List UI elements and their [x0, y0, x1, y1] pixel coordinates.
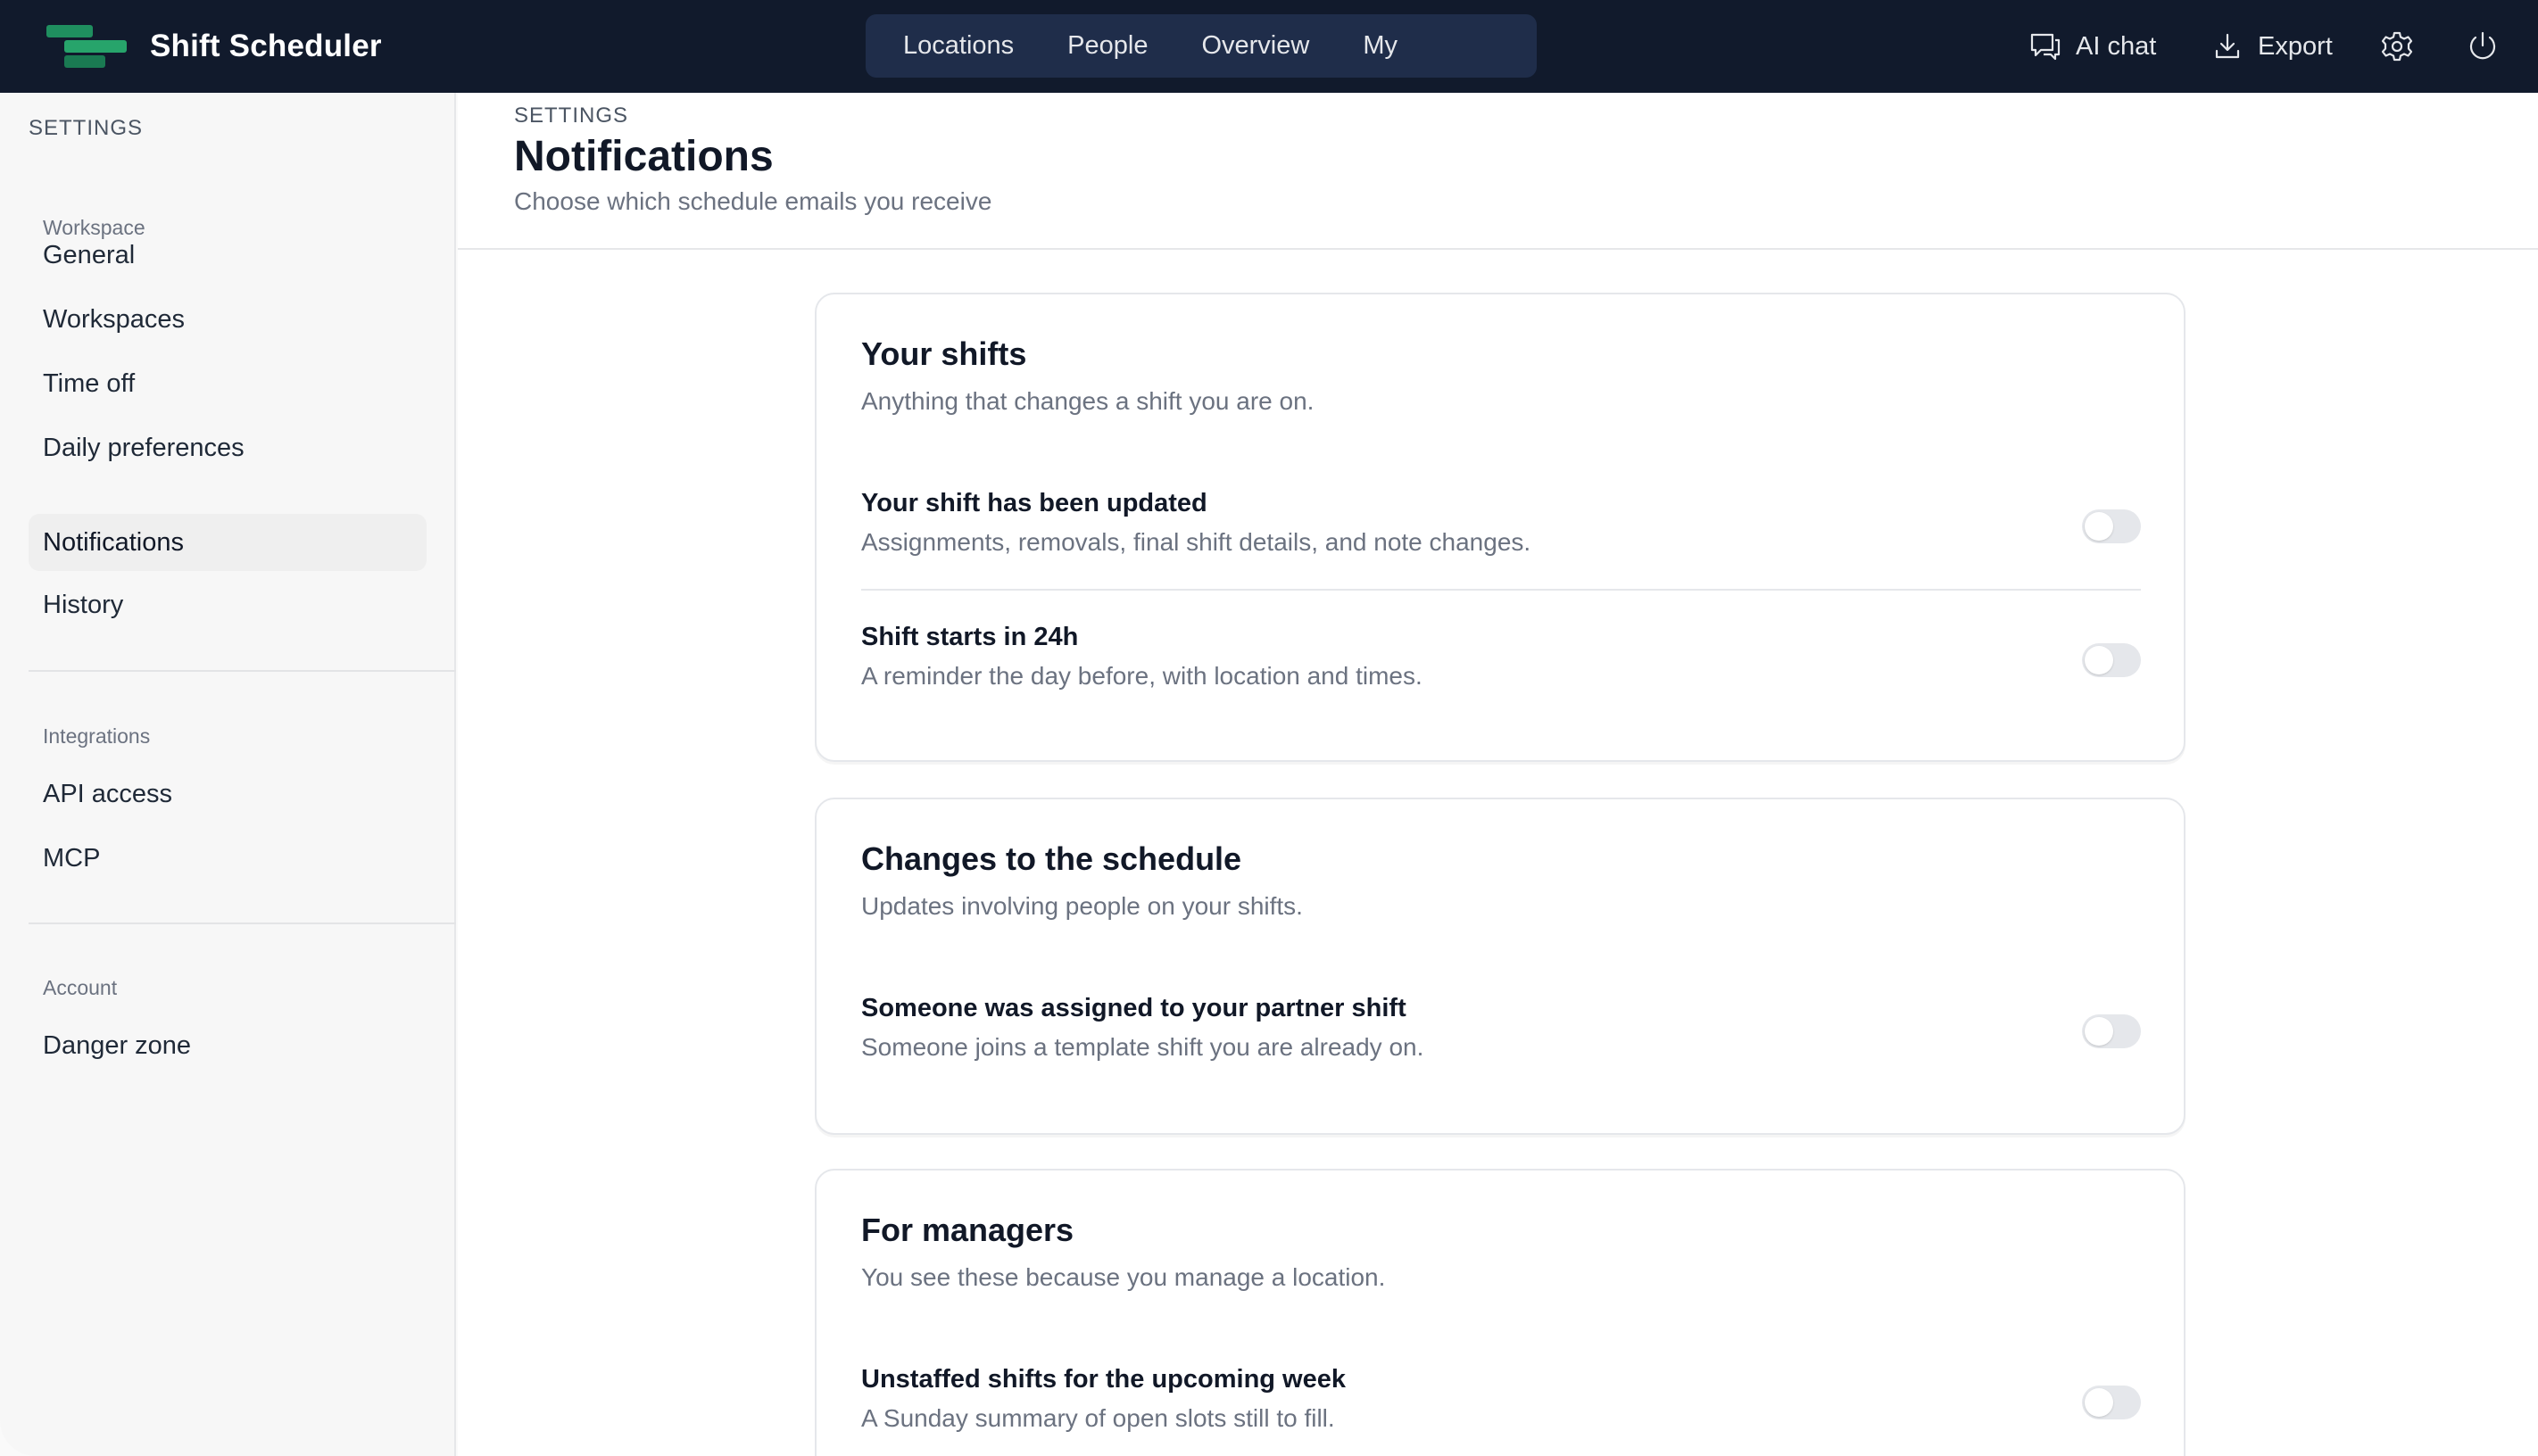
card-subtitle: Updates involving people on your shifts.	[861, 892, 1303, 920]
export-label: Export	[2258, 31, 2333, 61]
card-your-shifts: Your shifts Anything that changes a shif…	[815, 293, 2186, 762]
sidebar-item-history[interactable]: History	[29, 576, 427, 633]
chat-icon	[2028, 29, 2063, 64]
logout-button[interactable]	[2465, 25, 2501, 68]
sidebar-item-time-off[interactable]: Time off	[29, 355, 427, 412]
top-bar: Shift Scheduler Locations People Overvie…	[0, 0, 2538, 123]
nav-locations[interactable]: Locations	[876, 14, 1041, 78]
nav-my-schedule[interactable]: My schedule	[1336, 14, 1526, 123]
notification-toggle[interactable]	[2082, 1386, 2141, 1419]
app-window: Shift Scheduler Locations People Overvie…	[0, 0, 2538, 1456]
sidebar-item-api-access[interactable]: API access	[29, 765, 427, 823]
app-name: Shift Scheduler	[150, 29, 382, 63]
gear-icon	[2379, 29, 2415, 64]
ai-chat-button[interactable]: AI chat	[2028, 25, 2156, 68]
sidebar-item-notifications[interactable]: Notifications	[29, 514, 427, 571]
notification-desc: A Sunday summary of open slots still to …	[861, 1404, 1335, 1432]
power-icon	[2465, 29, 2501, 64]
sidebar-title: SETTINGS	[29, 116, 144, 140]
nav-overview[interactable]: Overview	[1174, 14, 1336, 78]
sidebar-item-mcp[interactable]: MCP	[29, 830, 427, 887]
card-title: Your shifts	[861, 335, 1027, 372]
card-title: For managers	[861, 1212, 1074, 1248]
sidebar-section-account: Account	[43, 976, 118, 999]
page-header: SETTINGS Notifications Choose which sche…	[458, 93, 2538, 250]
notification-title: Your shift has been updated	[861, 489, 1207, 517]
settings-sidebar: SETTINGS Workspace General Workspaces Ti…	[0, 93, 456, 1456]
content-body: Your shifts Anything that changes a shif…	[458, 250, 2538, 1456]
card-title: Changes to the schedule	[861, 840, 1242, 877]
notification-row: Your shift has been updated Assignments,…	[861, 489, 2141, 560]
notification-title: Shift starts in 24h	[861, 623, 1079, 651]
sidebar-section-integrations: Integrations	[43, 724, 151, 748]
settings-button[interactable]	[2379, 25, 2415, 68]
main-nav: Locations People Overview My schedule	[866, 14, 1537, 123]
notification-toggle[interactable]	[2082, 1014, 2141, 1048]
breadcrumb: SETTINGS	[514, 103, 629, 128]
notification-title: Someone was assigned to your partner shi…	[861, 994, 1406, 1022]
page-title: Notifications	[514, 133, 774, 180]
sidebar-item-workspaces[interactable]: Workspaces	[29, 291, 427, 348]
notification-toggle[interactable]	[2082, 643, 2141, 677]
card-for-managers: For managers You see these because you m…	[815, 1169, 2186, 1456]
card-subtitle: Anything that changes a shift you are on…	[861, 387, 1315, 415]
nav-people[interactable]: People	[1041, 14, 1174, 78]
logo-icon	[45, 22, 129, 70]
export-button[interactable]: Export	[2210, 25, 2333, 68]
notification-desc: Assignments, removals, final shift detai…	[861, 528, 1531, 556]
notification-row: Unstaffed shifts for the upcoming week A…	[861, 1365, 2141, 1436]
sidebar-divider	[29, 922, 456, 924]
notification-desc: A reminder the day before, with location…	[861, 662, 1422, 690]
card-changes-to-schedule: Changes to the schedule Updates involvin…	[815, 798, 2186, 1135]
notification-toggle[interactable]	[2082, 509, 2141, 543]
notification-row: Someone was assigned to your partner shi…	[861, 994, 2141, 1065]
row-divider	[861, 589, 2141, 591]
sidebar-item-danger-zone[interactable]: Danger zone	[29, 1017, 427, 1074]
notification-title: Unstaffed shifts for the upcoming week	[861, 1365, 1346, 1394]
page-subtitle: Choose which schedule emails you receive	[514, 187, 992, 215]
ai-chat-label: AI chat	[2076, 31, 2157, 61]
sidebar-divider	[29, 670, 456, 672]
notification-desc: Someone joins a template shift you are a…	[861, 1033, 1424, 1061]
card-subtitle: You see these because you manage a locat…	[861, 1263, 1386, 1291]
sidebar-item-general[interactable]: General	[29, 227, 427, 284]
brand[interactable]: Shift Scheduler	[45, 20, 382, 73]
sidebar-item-daily-preferences[interactable]: Daily preferences	[29, 419, 427, 476]
download-icon	[2210, 29, 2245, 64]
notification-row: Shift starts in 24h A reminder the day b…	[861, 623, 2141, 694]
